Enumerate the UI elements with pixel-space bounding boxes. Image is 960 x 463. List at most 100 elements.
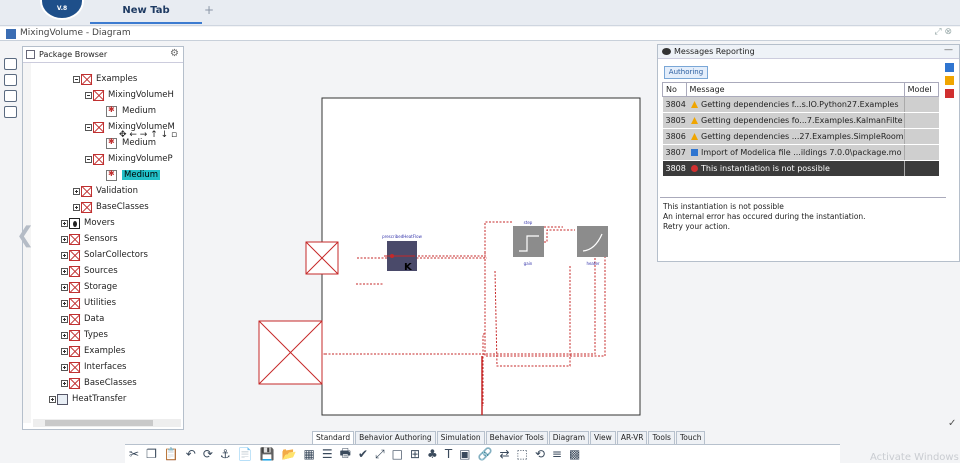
panel-toggle-icon[interactable] <box>4 74 17 86</box>
heat-port-large[interactable] <box>258 320 323 385</box>
tree-item[interactable]: HeatTransfer <box>49 391 126 407</box>
column-message[interactable]: Message <box>685 82 905 97</box>
window-controls[interactable]: ⤢ ⊗ <box>934 27 952 37</box>
diagram-canvas[interactable]: K prescribedHeatFlow step gain heater <box>185 46 655 430</box>
tree-item[interactable]: Sources <box>61 263 118 279</box>
tree-item[interactable]: BaseClasses <box>73 199 149 215</box>
tree-icon[interactable]: ⊞ <box>410 447 420 461</box>
ribbon-tab[interactable]: Simulation <box>436 431 485 444</box>
tree-item[interactable]: Medium <box>97 103 156 119</box>
expand-icon[interactable] <box>61 331 68 339</box>
package-browser-hscrollbar[interactable] <box>33 419 181 427</box>
tree-item[interactable]: MixingVolumeH <box>85 87 174 103</box>
tree-item[interactable]: Types <box>61 327 108 343</box>
error-filter-icon[interactable] <box>945 89 954 98</box>
gear-icon[interactable]: ⚙ <box>170 48 179 59</box>
undo-icon[interactable]: ↶ <box>186 447 196 461</box>
connect-icon[interactable]: ⇄ <box>499 447 509 461</box>
expand-icon[interactable] <box>61 299 68 307</box>
tree-item[interactable]: SolarCollectors <box>61 247 148 263</box>
expand-icon[interactable] <box>49 395 56 403</box>
tree-item[interactable]: BaseClasses <box>61 375 137 391</box>
expand-icon[interactable] <box>61 315 68 323</box>
ribbon-tab[interactable]: Behavior Tools <box>485 431 548 444</box>
tree-item[interactable]: MixingVolumeP <box>85 151 173 167</box>
tree-item[interactable]: Examples <box>61 343 125 359</box>
resize-grip-icon[interactable]: ✓ <box>948 418 956 429</box>
check-icon[interactable]: ✔ <box>358 447 368 461</box>
expand-icon[interactable] <box>61 219 68 227</box>
collapse-icon[interactable] <box>73 75 80 83</box>
frame-icon[interactable]: □ <box>392 447 403 461</box>
select-icon[interactable]: ⬚ <box>517 447 528 461</box>
expand-icon[interactable] <box>61 267 68 275</box>
expand-icon[interactable] <box>61 363 68 371</box>
minimize-icon[interactable]: — <box>944 45 953 55</box>
warning-filter-icon[interactable] <box>945 76 954 85</box>
grid-icon[interactable]: ▩ <box>569 447 580 461</box>
table-icon[interactable]: ▦ <box>304 447 315 461</box>
panel-toggle-icon[interactable] <box>4 106 17 118</box>
copy-icon[interactable]: ❐ <box>146 447 157 461</box>
tree-navigation-tools[interactable]: ✥ ← → ↑ ↓ ▫ <box>119 130 177 140</box>
expand-icon[interactable] <box>73 203 80 211</box>
ribbon-tab[interactable]: View <box>590 431 616 444</box>
message-row[interactable]: 3808 This instantiation is not possible <box>662 160 939 177</box>
info-filter-icon[interactable] <box>945 63 954 72</box>
ribbon-tab[interactable]: AR-VR <box>616 431 648 444</box>
tab-new-tab[interactable]: New Tab <box>90 0 202 24</box>
list-icon[interactable]: ☰ <box>322 447 333 461</box>
tree-item[interactable]: Medium <box>97 167 160 183</box>
anchor-icon[interactable]: ⚓ <box>220 447 231 461</box>
column-model[interactable]: Model <box>903 82 940 97</box>
expand-icon[interactable] <box>73 187 80 195</box>
panel-toggle-icon[interactable] <box>4 90 17 102</box>
tree-item[interactable]: Movers <box>61 215 115 231</box>
align-icon[interactable]: ≡ <box>552 447 562 461</box>
fit-icon[interactable]: ⤢ <box>375 447 385 462</box>
update-icon[interactable]: ⟳ <box>203 447 213 461</box>
scissors-icon[interactable]: ✂ <box>129 447 139 461</box>
expand-icon[interactable] <box>61 379 68 387</box>
tree-item[interactable]: Validation <box>73 183 138 199</box>
tree-item[interactable]: Storage <box>61 279 117 295</box>
chevron-left-icon[interactable]: ❮ <box>16 223 34 248</box>
tree-item[interactable]: Examples <box>73 71 137 87</box>
expand-icon[interactable] <box>61 283 68 291</box>
tree-item[interactable]: Utilities <box>61 295 116 311</box>
panel-toggle-icon[interactable] <box>4 58 17 70</box>
ribbon-tab[interactable]: Tools <box>648 431 675 444</box>
paste-icon[interactable]: 📋 <box>164 447 179 461</box>
tree-item[interactable]: Interfaces <box>61 359 126 375</box>
expand-icon[interactable] <box>61 235 68 243</box>
expand-icon[interactable] <box>61 347 68 355</box>
ribbon-tab[interactable]: Behavior Authoring <box>355 431 436 444</box>
message-row[interactable]: 3805 Getting dependencies fo...7.Examples… <box>662 112 939 129</box>
message-row[interactable]: 3807 Import of Modelica file ...ildings 7… <box>662 144 939 161</box>
tree-item[interactable]: Sensors <box>61 231 118 247</box>
message-row[interactable]: 3804 Getting dependencies f...s.IO.Python… <box>662 96 939 113</box>
add-tab-icon[interactable]: + <box>204 3 214 17</box>
collapse-icon[interactable] <box>85 123 92 131</box>
column-no[interactable]: No <box>662 82 687 97</box>
rotate-icon[interactable]: ⟲ <box>535 447 545 461</box>
collapse-icon[interactable] <box>85 155 92 163</box>
ribbon-tab[interactable]: Touch <box>675 431 706 444</box>
print-icon[interactable]: 🖶 <box>340 444 351 463</box>
ribbon-tab[interactable]: Standard <box>312 431 355 444</box>
tree-item[interactable]: Data <box>61 311 104 327</box>
graph-icon[interactable]: ♣ <box>427 447 438 461</box>
expand-icon[interactable] <box>61 251 68 259</box>
message-row[interactable]: 3806 Getting dependencies ...27.Examples.… <box>662 128 939 145</box>
open-icon[interactable]: 📂 <box>282 447 297 461</box>
collapse-icon[interactable] <box>85 91 92 99</box>
heat-port-small[interactable] <box>305 241 339 275</box>
save-icon[interactable]: 💾 <box>260 447 275 461</box>
text-icon[interactable]: T <box>445 447 452 461</box>
authoring-filter-button[interactable]: Authoring <box>664 66 708 79</box>
ribbon-tab[interactable]: Diagram <box>548 431 589 444</box>
image-icon[interactable]: ▣ <box>459 447 470 461</box>
link-icon[interactable]: 🔗 <box>478 447 493 461</box>
new-icon[interactable]: 📄 <box>238 447 253 461</box>
hscroll-thumb[interactable] <box>45 420 153 426</box>
